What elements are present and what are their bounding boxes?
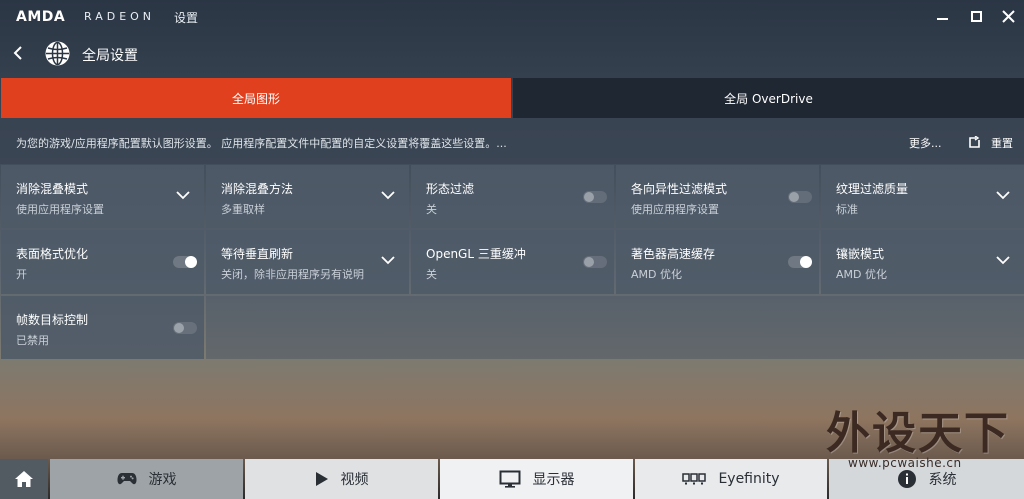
setting-value: 使用应用程序设置: [16, 203, 104, 216]
globe-icon: [44, 40, 71, 67]
setting-label: 纹理过滤质量: [836, 182, 909, 196]
tab-label: 全局 OverDrive: [724, 91, 813, 106]
setting-label: 形态过滤: [426, 182, 475, 196]
morphological-filtering-toggle[interactable]: [583, 191, 607, 203]
more-link[interactable]: 更多...: [909, 135, 942, 151]
eyefinity-icon: [682, 473, 707, 485]
setting-shader-cache: 著色器高速缓存 AMD 优化: [616, 230, 819, 294]
setting-value: 关闭，除非应用程序另有说明: [221, 268, 364, 281]
watermark-url: www.pcwaishe.cn: [848, 456, 962, 470]
setting-anisotropic-filtering: 各向异性过滤模式 使用应用程序设置: [616, 165, 819, 228]
nav-home[interactable]: [0, 459, 48, 499]
close-icon: [1001, 9, 1015, 23]
setting-label: 表面格式优化: [16, 247, 89, 261]
maximize-button[interactable]: [966, 6, 986, 26]
setting-label: 等待垂直刷新: [221, 247, 294, 261]
frame-rate-target-control-toggle[interactable]: [173, 322, 197, 334]
setting-anti-aliasing-method[interactable]: 消除混叠方法 多重取样: [206, 165, 409, 228]
shader-cache-toggle[interactable]: [788, 256, 812, 268]
close-button[interactable]: [998, 6, 1018, 26]
tab-label: 全局图形: [231, 91, 280, 106]
tab-global-graphics[interactable]: 全局图形: [1, 78, 511, 118]
radeon-logo: RADEON: [84, 10, 156, 23]
setting-label: OpenGL 三重缓冲: [426, 247, 526, 261]
chevron-down-icon: [176, 191, 190, 200]
setting-texture-filtering-quality[interactable]: 纹理过滤质量 标准: [821, 165, 1024, 228]
setting-surface-format-optimization: 表面格式优化 开: [1, 230, 204, 294]
info-icon: [897, 469, 917, 489]
nav-label: Eyefinity: [718, 471, 780, 487]
tab-global-overdrive[interactable]: 全局 OverDrive: [513, 78, 1024, 118]
setting-opengl-triple-buffering: OpenGL 三重缓冲 关: [411, 230, 614, 294]
setting-wait-for-vertical-refresh[interactable]: 等待垂直刷新 关闭，除非应用程序另有说明: [206, 230, 409, 294]
description-text: 为您的游戏/应用程序配置默认图形设置。 应用程序配置文件中配置的自定义设置将覆盖…: [16, 137, 507, 150]
monitor-icon: [499, 470, 521, 488]
setting-label: 消除混叠模式: [16, 182, 89, 196]
amd-logo: AMDA: [16, 9, 66, 25]
toggle-knob: [174, 323, 184, 333]
setting-value: 标准: [836, 203, 858, 216]
nav-eyefinity[interactable]: Eyefinity: [635, 459, 827, 499]
toggle-knob: [800, 256, 812, 268]
setting-frame-rate-target-control: 帧数目标控制 已禁用: [1, 296, 204, 359]
minimize-icon: [936, 18, 948, 20]
maximize-icon: [970, 10, 982, 22]
setting-tessellation-mode[interactable]: 镶嵌模式 AMD 优化: [821, 230, 1024, 294]
setting-label: 各向异性过滤模式: [631, 182, 728, 196]
back-arrow-icon: [13, 46, 22, 60]
setting-morphological-filtering: 形态过滤 关: [411, 165, 614, 228]
setting-label: 镶嵌模式: [836, 247, 885, 261]
anisotropic-filtering-toggle[interactable]: [788, 191, 812, 203]
toggle-knob: [584, 257, 594, 267]
gamepad-icon: [117, 472, 137, 486]
grid-empty-area: [206, 296, 1024, 359]
chevron-down-icon: [996, 191, 1010, 200]
play-icon: [315, 471, 329, 487]
nav-label: 视频: [340, 472, 369, 488]
reset-icon[interactable]: [968, 134, 981, 148]
toggle-knob: [789, 192, 799, 202]
setting-label: 著色器高速缓存: [631, 247, 716, 261]
reset-button[interactable]: 重置: [991, 135, 1013, 151]
home-icon: [15, 471, 33, 487]
page-title: 全局设置: [82, 48, 138, 64]
nav-display[interactable]: 显示器: [440, 459, 633, 499]
nav-video[interactable]: 视频: [245, 459, 438, 499]
watermark-logo: 外设天下: [826, 408, 1010, 459]
nav-label: 系统: [928, 472, 957, 488]
setting-value: 使用应用程序设置: [631, 203, 719, 216]
chevron-down-icon: [381, 191, 395, 200]
setting-label: 帧数目标控制: [16, 313, 89, 327]
setting-value: 已禁用: [16, 334, 49, 347]
chevron-down-icon: [381, 256, 395, 265]
toggle-knob: [185, 256, 197, 268]
setting-value: 开: [16, 268, 27, 281]
setting-value: AMD 优化: [631, 268, 682, 281]
nav-label: 显示器: [532, 472, 575, 488]
minimize-button[interactable]: [932, 6, 952, 26]
setting-value: 关: [426, 203, 437, 216]
nav-label: 游戏: [148, 472, 177, 488]
setting-value: 关: [426, 268, 437, 281]
opengl-triple-buffering-toggle[interactable]: [583, 256, 607, 268]
setting-label: 消除混叠方法: [221, 182, 294, 196]
title-bar: AMDA RADEON 设置: [0, 0, 1024, 34]
surface-format-optimization-toggle[interactable]: [173, 256, 197, 268]
setting-value: 多重取样: [221, 203, 265, 216]
chevron-down-icon: [996, 256, 1010, 265]
setting-anti-aliasing-mode[interactable]: 消除混叠模式 使用应用程序设置: [1, 165, 204, 228]
app-title-settings: 设置: [174, 11, 199, 25]
setting-value: AMD 优化: [836, 268, 887, 281]
toggle-knob: [584, 192, 594, 202]
nav-games[interactable]: 游戏: [50, 459, 243, 499]
back-button[interactable]: [8, 42, 28, 64]
